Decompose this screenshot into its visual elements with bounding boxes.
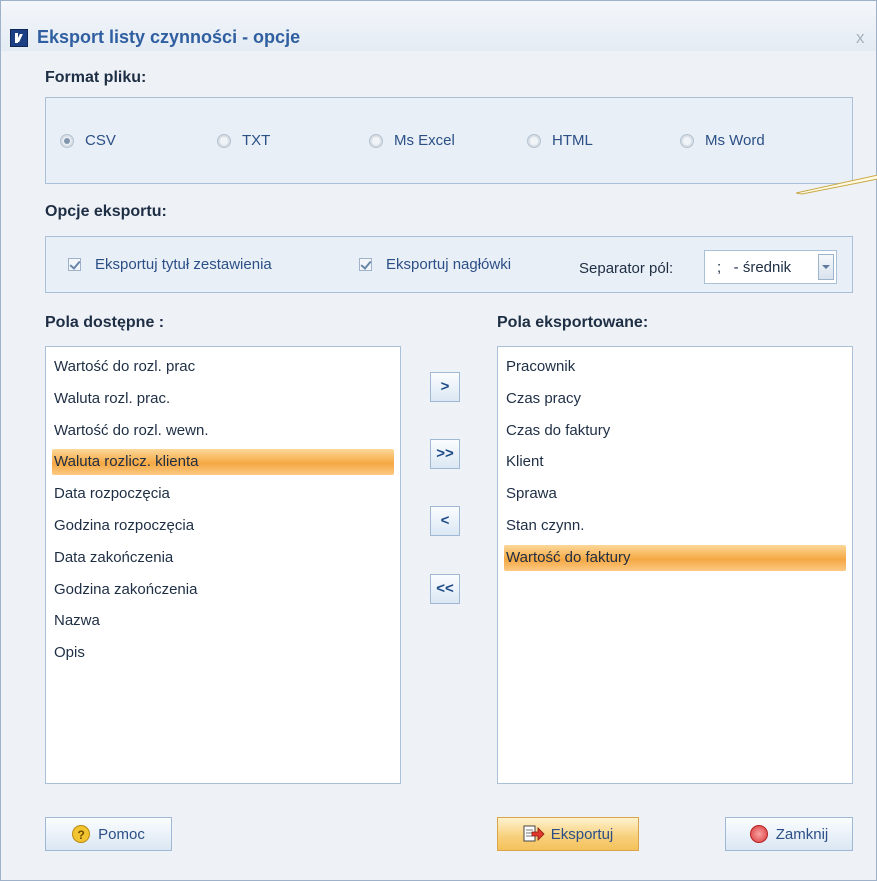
format-option-label: TXT <box>242 132 271 149</box>
list-item[interactable]: Data rozpoczęcia <box>52 481 394 507</box>
chevron-down-icon[interactable] <box>818 254 834 280</box>
export-options-dialog: Eksport listy czynności - opcje x Format… <box>0 0 877 881</box>
separator-label: Separator pól: <box>579 260 674 277</box>
list-item[interactable]: Data zakończenia <box>52 545 394 571</box>
export-button-label: Eksportuj <box>550 825 614 843</box>
format-option-label: CSV <box>85 132 116 149</box>
list-item[interactable]: Wartość do faktury <box>504 544 846 571</box>
list-item[interactable]: Opis <box>52 640 394 666</box>
help-button-label: Pomoc <box>98 825 145 843</box>
available-fields-label: Pola dostępne : <box>45 314 165 331</box>
title-bar: Eksport listy czynności - opcje x <box>1 1 876 51</box>
close-icon[interactable]: x <box>856 28 865 48</box>
exported-fields-list[interactable]: Pracownik Czas pracy Czas do faktury Klient… <box>497 346 853 784</box>
list-item[interactable]: Waluta rozl. prac. <box>52 386 394 412</box>
radio-unchecked-icon <box>217 133 231 148</box>
format-option-ms-word[interactable]: Ms Word <box>680 132 765 149</box>
export-headers-label: Eksportuj nagłówki <box>386 256 512 273</box>
list-item[interactable]: Godzina zakończenia <box>52 577 394 603</box>
app-logo-icon <box>10 29 28 47</box>
checkbox-checked-icon <box>359 258 372 271</box>
list-item[interactable]: Pracownik <box>504 354 846 380</box>
radio-unchecked-icon <box>527 133 541 148</box>
format-section-label: Format pliku: <box>45 69 147 86</box>
close-button[interactable]: Zamknij <box>725 817 853 851</box>
list-item[interactable]: Nazwa <box>52 608 394 634</box>
export-title-label: Eksportuj tytuł zestawienia <box>95 256 272 273</box>
export-button[interactable]: Eksportuj <box>497 817 639 851</box>
list-item[interactable]: Godzina rozpoczęcia <box>52 513 394 539</box>
format-option-label: HTML <box>552 132 593 149</box>
list-item[interactable]: Waluta rozlicz. klienta <box>52 449 394 476</box>
format-option-label: Ms Excel <box>394 132 455 149</box>
export-title-checkbox[interactable]: Eksportuj tytuł zestawienia <box>68 256 272 273</box>
radio-checked-icon <box>60 133 74 148</box>
list-item[interactable]: Wartość do rozl. prac <box>52 354 394 380</box>
remove-field-button[interactable]: < <box>430 506 460 536</box>
tooltip-pointer <box>796 175 877 195</box>
format-group: CSV TXT Ms Excel HTML Ms Word <box>45 97 853 184</box>
help-button[interactable]: ? Pomoc <box>45 817 172 851</box>
list-item[interactable]: Stan czynn. <box>504 513 846 539</box>
export-headers-checkbox[interactable]: Eksportuj nagłówki <box>359 256 511 273</box>
format-option-html[interactable]: HTML <box>527 132 593 149</box>
close-circle-icon <box>749 825 768 843</box>
add-all-fields-button[interactable]: >> <box>430 439 460 469</box>
list-item[interactable]: Czas do faktury <box>504 418 846 444</box>
checkbox-checked-icon <box>68 258 81 271</box>
separator-select[interactable]: ; - średnik <box>704 250 837 284</box>
add-field-button[interactable]: > <box>430 372 460 402</box>
list-item[interactable]: Czas pracy <box>504 386 846 412</box>
list-item[interactable]: Sprawa <box>504 481 846 507</box>
list-item[interactable]: Wartość do rozl. wewn. <box>52 418 394 444</box>
separator-value: ; - średnik <box>717 259 792 276</box>
format-option-txt[interactable]: TXT <box>217 132 270 149</box>
format-option-label: Ms Word <box>705 132 765 149</box>
remove-all-fields-button[interactable]: << <box>430 574 460 604</box>
format-option-ms-excel[interactable]: Ms Excel <box>369 132 455 149</box>
exported-fields-label: Pola eksportowane: <box>497 314 649 331</box>
radio-unchecked-icon <box>680 133 694 148</box>
window-title: Eksport listy czynności - opcje <box>37 27 301 47</box>
export-icon <box>523 825 545 842</box>
list-item[interactable]: Klient <box>504 449 846 475</box>
help-icon: ? <box>72 825 91 843</box>
export-options-label: Opcje eksportu: <box>45 203 167 220</box>
available-fields-list[interactable]: Wartość do rozl. prac Waluta rozl. prac. W… <box>45 346 401 784</box>
close-button-label: Zamknij <box>775 825 829 843</box>
format-option-csv[interactable]: CSV <box>60 132 116 149</box>
radio-unchecked-icon <box>369 133 383 148</box>
